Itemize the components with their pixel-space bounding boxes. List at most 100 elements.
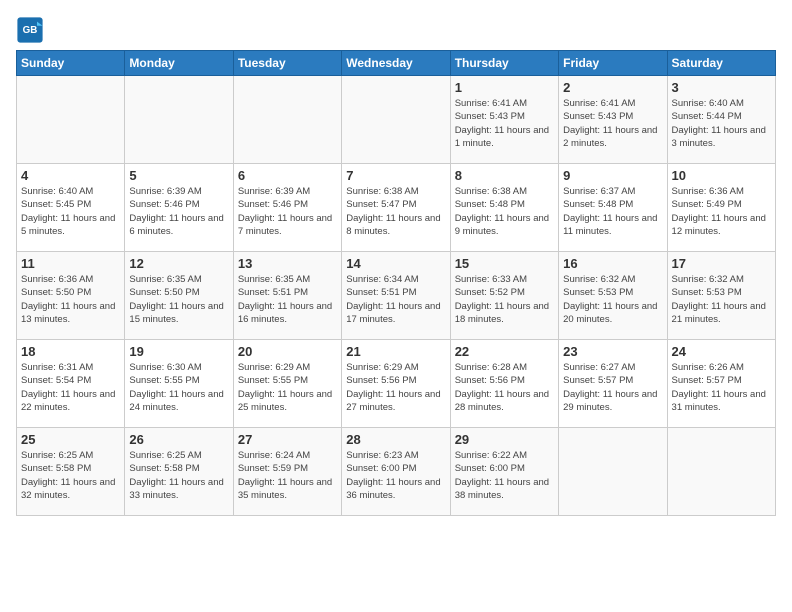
day-info: Sunrise: 6:23 AMSunset: 6:00 PMDaylight:…	[346, 449, 445, 502]
day-info: Sunrise: 6:30 AMSunset: 5:55 PMDaylight:…	[129, 361, 228, 414]
calendar-cell: 11 Sunrise: 6:36 AMSunset: 5:50 PMDayligh…	[17, 252, 125, 340]
day-number: 20	[238, 344, 337, 359]
day-info: Sunrise: 6:26 AMSunset: 5:57 PMDaylight:…	[672, 361, 771, 414]
calendar-cell: 2 Sunrise: 6:41 AMSunset: 5:43 PMDaylight…	[559, 76, 667, 164]
calendar-cell: 1 Sunrise: 6:41 AMSunset: 5:43 PMDaylight…	[450, 76, 558, 164]
day-info: Sunrise: 6:39 AMSunset: 5:46 PMDaylight:…	[129, 185, 228, 238]
day-number: 22	[455, 344, 554, 359]
calendar-cell: 7 Sunrise: 6:38 AMSunset: 5:47 PMDaylight…	[342, 164, 450, 252]
day-number: 23	[563, 344, 662, 359]
calendar-cell: 25 Sunrise: 6:25 AMSunset: 5:58 PMDayligh…	[17, 428, 125, 516]
calendar-cell: 21 Sunrise: 6:29 AMSunset: 5:56 PMDayligh…	[342, 340, 450, 428]
calendar-cell: 19 Sunrise: 6:30 AMSunset: 5:55 PMDayligh…	[125, 340, 233, 428]
day-number: 14	[346, 256, 445, 271]
calendar-week-row: 1 Sunrise: 6:41 AMSunset: 5:43 PMDaylight…	[17, 76, 776, 164]
day-info: Sunrise: 6:25 AMSunset: 5:58 PMDaylight:…	[129, 449, 228, 502]
calendar-cell	[559, 428, 667, 516]
calendar-cell	[667, 428, 775, 516]
day-info: Sunrise: 6:32 AMSunset: 5:53 PMDaylight:…	[672, 273, 771, 326]
day-number: 3	[672, 80, 771, 95]
calendar-cell: 9Sunrise: 6:37 AMSunset: 5:48 PMDaylight…	[559, 164, 667, 252]
day-info: Sunrise: 6:31 AMSunset: 5:54 PMDaylight:…	[21, 361, 120, 414]
calendar-cell: 12Sunrise: 6:35 AMSunset: 5:50 PMDayligh…	[125, 252, 233, 340]
day-number: 25	[21, 432, 120, 447]
day-info: Sunrise: 6:27 AMSunset: 5:57 PMDaylight:…	[563, 361, 662, 414]
calendar-cell: 16 Sunrise: 6:32 AMSunset: 5:53 PMDayligh…	[559, 252, 667, 340]
day-number: 19	[129, 344, 228, 359]
day-number: 15	[455, 256, 554, 271]
day-number: 5	[129, 168, 228, 183]
calendar-cell: 15 Sunrise: 6:33 AMSunset: 5:52 PMDayligh…	[450, 252, 558, 340]
day-info: Sunrise: 6:25 AMSunset: 5:58 PMDaylight:…	[21, 449, 120, 502]
day-number: 27	[238, 432, 337, 447]
calendar-table: SundayMondayTuesdayWednesdayThursdayFrid…	[16, 50, 776, 516]
day-info: Sunrise: 6:29 AMSunset: 5:56 PMDaylight:…	[346, 361, 445, 414]
day-number: 1	[455, 80, 554, 95]
svg-text:GB: GB	[23, 25, 38, 36]
day-info: Sunrise: 6:36 AMSunset: 5:50 PMDaylight:…	[21, 273, 120, 326]
calendar-week-row: 11 Sunrise: 6:36 AMSunset: 5:50 PMDayligh…	[17, 252, 776, 340]
day-info: Sunrise: 6:33 AMSunset: 5:52 PMDaylight:…	[455, 273, 554, 326]
weekday-header: Friday	[559, 51, 667, 76]
calendar-cell: 22 Sunrise: 6:28 AMSunset: 5:56 PMDayligh…	[450, 340, 558, 428]
day-info: Sunrise: 6:38 AMSunset: 5:48 PMDaylight:…	[455, 185, 554, 238]
calendar-cell: 20 Sunrise: 6:29 AMSunset: 5:55 PMDayligh…	[233, 340, 341, 428]
calendar-cell: 4 Sunrise: 6:40 AMSunset: 5:45 PMDaylight…	[17, 164, 125, 252]
day-number: 2	[563, 80, 662, 95]
day-number: 21	[346, 344, 445, 359]
weekday-header: Monday	[125, 51, 233, 76]
calendar-cell: 13 Sunrise: 6:35 AMSunset: 5:51 PMDayligh…	[233, 252, 341, 340]
weekday-header: Sunday	[17, 51, 125, 76]
day-info: Sunrise: 6:40 AMSunset: 5:45 PMDaylight:…	[21, 185, 120, 238]
day-info: Sunrise: 6:24 AMSunset: 5:59 PMDaylight:…	[238, 449, 337, 502]
logo: GB	[16, 16, 48, 44]
calendar-cell	[125, 76, 233, 164]
day-number: 28	[346, 432, 445, 447]
day-number: 26	[129, 432, 228, 447]
calendar-cell: 29 Sunrise: 6:22 AMSunset: 6:00 PMDayligh…	[450, 428, 558, 516]
day-number: 12	[129, 256, 228, 271]
calendar-cell: 6Sunrise: 6:39 AMSunset: 5:46 PMDaylight…	[233, 164, 341, 252]
day-info: Sunrise: 6:41 AMSunset: 5:43 PMDaylight:…	[563, 97, 662, 150]
day-number: 11	[21, 256, 120, 271]
day-number: 7	[346, 168, 445, 183]
day-number: 24	[672, 344, 771, 359]
weekday-header: Saturday	[667, 51, 775, 76]
calendar-cell: 5 Sunrise: 6:39 AMSunset: 5:46 PMDaylight…	[125, 164, 233, 252]
calendar-cell	[342, 76, 450, 164]
day-info: Sunrise: 6:29 AMSunset: 5:55 PMDaylight:…	[238, 361, 337, 414]
calendar-cell: 17 Sunrise: 6:32 AMSunset: 5:53 PMDayligh…	[667, 252, 775, 340]
calendar-cell: 24 Sunrise: 6:26 AMSunset: 5:57 PMDayligh…	[667, 340, 775, 428]
calendar-cell	[17, 76, 125, 164]
day-info: Sunrise: 6:39 AMSunset: 5:46 PMDaylight:…	[238, 185, 337, 238]
calendar-week-row: 4 Sunrise: 6:40 AMSunset: 5:45 PMDaylight…	[17, 164, 776, 252]
page-header: GB	[16, 16, 776, 44]
day-info: Sunrise: 6:38 AMSunset: 5:47 PMDaylight:…	[346, 185, 445, 238]
calendar-cell	[233, 76, 341, 164]
day-number: 13	[238, 256, 337, 271]
day-info: Sunrise: 6:28 AMSunset: 5:56 PMDaylight:…	[455, 361, 554, 414]
day-number: 8	[455, 168, 554, 183]
calendar-cell: 27 Sunrise: 6:24 AMSunset: 5:59 PMDayligh…	[233, 428, 341, 516]
calendar-cell: 10 Sunrise: 6:36 AMSunset: 5:49 PMDayligh…	[667, 164, 775, 252]
day-info: Sunrise: 6:41 AMSunset: 5:43 PMDaylight:…	[455, 97, 554, 150]
day-number: 17	[672, 256, 771, 271]
day-number: 16	[563, 256, 662, 271]
weekday-header: Tuesday	[233, 51, 341, 76]
day-number: 29	[455, 432, 554, 447]
day-number: 4	[21, 168, 120, 183]
day-number: 9	[563, 168, 662, 183]
calendar-header-row: SundayMondayTuesdayWednesdayThursdayFrid…	[17, 51, 776, 76]
day-info: Sunrise: 6:32 AMSunset: 5:53 PMDaylight:…	[563, 273, 662, 326]
calendar-cell: 14Sunrise: 6:34 AMSunset: 5:51 PMDayligh…	[342, 252, 450, 340]
calendar-week-row: 25 Sunrise: 6:25 AMSunset: 5:58 PMDayligh…	[17, 428, 776, 516]
day-number: 18	[21, 344, 120, 359]
logo-icon: GB	[16, 16, 44, 44]
day-info: Sunrise: 6:35 AMSunset: 5:51 PMDaylight:…	[238, 273, 337, 326]
weekday-header: Wednesday	[342, 51, 450, 76]
day-info: Sunrise: 6:40 AMSunset: 5:44 PMDaylight:…	[672, 97, 771, 150]
day-info: Sunrise: 6:36 AMSunset: 5:49 PMDaylight:…	[672, 185, 771, 238]
day-number: 10	[672, 168, 771, 183]
calendar-cell: 8 Sunrise: 6:38 AMSunset: 5:48 PMDaylight…	[450, 164, 558, 252]
day-info: Sunrise: 6:22 AMSunset: 6:00 PMDaylight:…	[455, 449, 554, 502]
